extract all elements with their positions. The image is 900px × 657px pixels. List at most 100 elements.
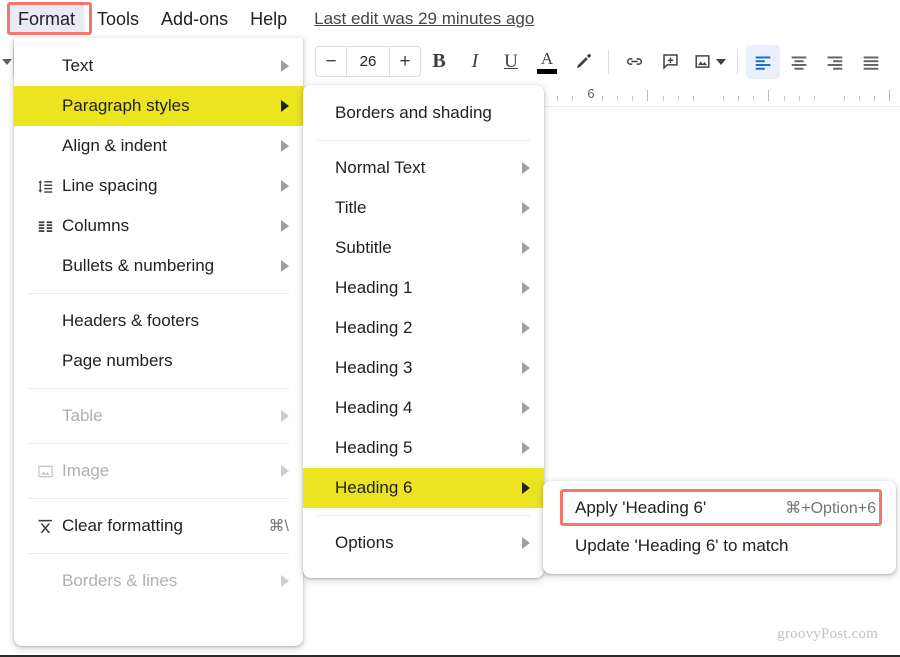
paragraph-style-item-heading-2[interactable]: Heading 2 [303, 308, 544, 348]
menu-item-label: Heading 6 [335, 478, 413, 497]
menu-item-label: Apply 'Heading 6' [575, 498, 707, 517]
paragraph-style-item-title[interactable]: Title [303, 188, 544, 228]
font-size-decrease-button[interactable]: − [316, 47, 346, 76]
align-right-button[interactable] [818, 45, 852, 79]
paragraph-style-item-heading-1[interactable]: Heading 1 [303, 268, 544, 308]
toolbar-overflow-stub[interactable] [0, 46, 14, 77]
submenu-arrow-icon [522, 362, 530, 374]
format-menu-item-page-numbers[interactable]: Page numbers [14, 341, 303, 381]
ruler-tick [813, 96, 815, 101]
paragraph-style-item-borders-and-shading[interactable]: Borders and shading [303, 93, 544, 133]
paragraph-style-item-normal-text[interactable]: Normal Text [303, 148, 544, 188]
insert-link-button[interactable] [617, 45, 651, 79]
ruler-tick [692, 96, 694, 101]
submenu-arrow-icon [281, 260, 289, 272]
format-menu-panel[interactable]: Text Paragraph styles Align & indent Line s… [14, 38, 303, 646]
format-menu-item-align-indent[interactable]: Align & indent [14, 126, 303, 166]
menu-item-label: Table [62, 406, 103, 425]
menubar-item-addons[interactable]: Add-ons [152, 4, 237, 34]
ruler-tick [617, 96, 619, 101]
menu-item-label: Page numbers [62, 351, 173, 370]
font-size-stepper[interactable]: − 26 + [315, 46, 421, 77]
submenu-arrow-icon [281, 60, 289, 72]
align-left-button[interactable] [746, 44, 780, 79]
paragraph-style-item-heading-6[interactable]: Heading 6 [303, 468, 544, 508]
format-menu-item-paragraph-styles[interactable]: Paragraph styles [14, 86, 303, 126]
align-center-button[interactable] [782, 45, 816, 79]
italic-button[interactable]: I [458, 45, 492, 79]
paragraph-style-item-subtitle[interactable]: Subtitle [303, 228, 544, 268]
paragraph-style-item-options[interactable]: Options [303, 523, 544, 563]
text-color-button[interactable]: A [530, 45, 564, 79]
paragraph-styles-submenu-panel[interactable]: Borders and shading Normal Text Title Subti… [303, 85, 544, 578]
chevron-down-icon [716, 58, 726, 65]
menu-separator [28, 388, 289, 389]
submenu-arrow-icon [522, 202, 530, 214]
ruler-tick [602, 96, 603, 101]
ruler-tick [738, 96, 740, 101]
ruler-tick [859, 96, 861, 101]
menu-item-label: Heading 5 [335, 438, 413, 457]
ruler-tick [632, 96, 634, 101]
paragraph-style-item-heading-4[interactable]: Heading 4 [303, 388, 544, 428]
ruler-tick [677, 96, 679, 101]
submenu-arrow-icon [522, 282, 530, 294]
menubar-item-format[interactable]: Format [9, 4, 85, 34]
format-menu-item-headers-footers[interactable]: Headers & footers [14, 301, 303, 341]
text-color-swatch [537, 68, 557, 74]
format-menu-item-bullets-numbering[interactable]: Bullets & numbering [14, 246, 303, 286]
paragraph-style-item-heading-5[interactable]: Heading 5 [303, 428, 544, 468]
menu-item-label: Heading 4 [335, 398, 413, 417]
italic-icon: I [471, 50, 479, 72]
update-heading6-item[interactable]: Update 'Heading 6' to match [543, 527, 896, 565]
menu-item-label: Bullets & numbering [62, 256, 215, 275]
align-center-icon [791, 56, 807, 70]
menu-item-label: Title [335, 198, 367, 217]
bold-button[interactable]: B [422, 45, 456, 79]
align-justify-button[interactable] [854, 45, 888, 79]
submenu-arrow-icon [281, 410, 289, 422]
last-edit-status[interactable]: Last edit was 29 minutes ago [314, 9, 534, 29]
menu-item-label: Clear formatting [62, 516, 183, 535]
highlight-color-button[interactable] [566, 45, 600, 79]
menu-item-label: Align & indent [62, 136, 167, 155]
menu-item-label: Line spacing [62, 176, 158, 195]
format-menu-item-image: Image [14, 451, 303, 491]
menu-item-label: Borders & lines [62, 571, 178, 590]
font-size-input[interactable]: 26 [346, 47, 390, 76]
format-menu-item-text[interactable]: Text [14, 46, 303, 86]
ruler-tick [723, 96, 724, 101]
ruler-tick [647, 90, 649, 101]
columns-icon [28, 217, 62, 236]
menu-item-label: Subtitle [335, 238, 392, 257]
apply-heading6-item[interactable]: Apply 'Heading 6' ⌘+Option+6 [543, 489, 896, 527]
underline-button[interactable]: U [494, 45, 528, 79]
add-comment-button[interactable] [653, 45, 687, 79]
ruler-tick [798, 96, 800, 101]
submenu-arrow-icon [281, 465, 289, 477]
menubar-item-help[interactable]: Help [241, 4, 296, 34]
format-menu-item-columns[interactable]: Columns [14, 206, 303, 246]
font-size-increase-button[interactable]: + [390, 47, 420, 76]
ruler-tick [571, 96, 573, 101]
ruler-label: 6 [587, 86, 595, 101]
menu-item-label: Columns [62, 216, 130, 235]
menu-item-label: Normal Text [335, 158, 426, 177]
format-menu-item-table: Table [14, 396, 303, 436]
heading6-submenu-panel[interactable]: Apply 'Heading 6' ⌘+Option+6 Update 'Headi… [543, 481, 896, 574]
menu-item-label: Text [62, 56, 94, 75]
format-menu-item-clear-formatting[interactable]: Clear formatting ⌘\ [14, 506, 303, 546]
insert-image-button[interactable] [689, 45, 729, 79]
menu-item-label: Heading 2 [335, 318, 413, 337]
paragraph-style-item-heading-3[interactable]: Heading 3 [303, 348, 544, 388]
link-icon [626, 58, 642, 65]
submenu-arrow-icon [522, 537, 530, 549]
menu-item-shortcut: ⌘\ [268, 518, 289, 535]
text-color-letter: A [540, 48, 554, 68]
line-spacing-icon [28, 177, 62, 196]
submenu-arrow-icon [281, 575, 289, 587]
menubar-item-tools[interactable]: Tools [88, 4, 148, 34]
text-color-icon: A [537, 50, 557, 74]
format-menu-item-line-spacing[interactable]: Line spacing [14, 166, 303, 206]
submenu-arrow-icon [522, 162, 530, 174]
